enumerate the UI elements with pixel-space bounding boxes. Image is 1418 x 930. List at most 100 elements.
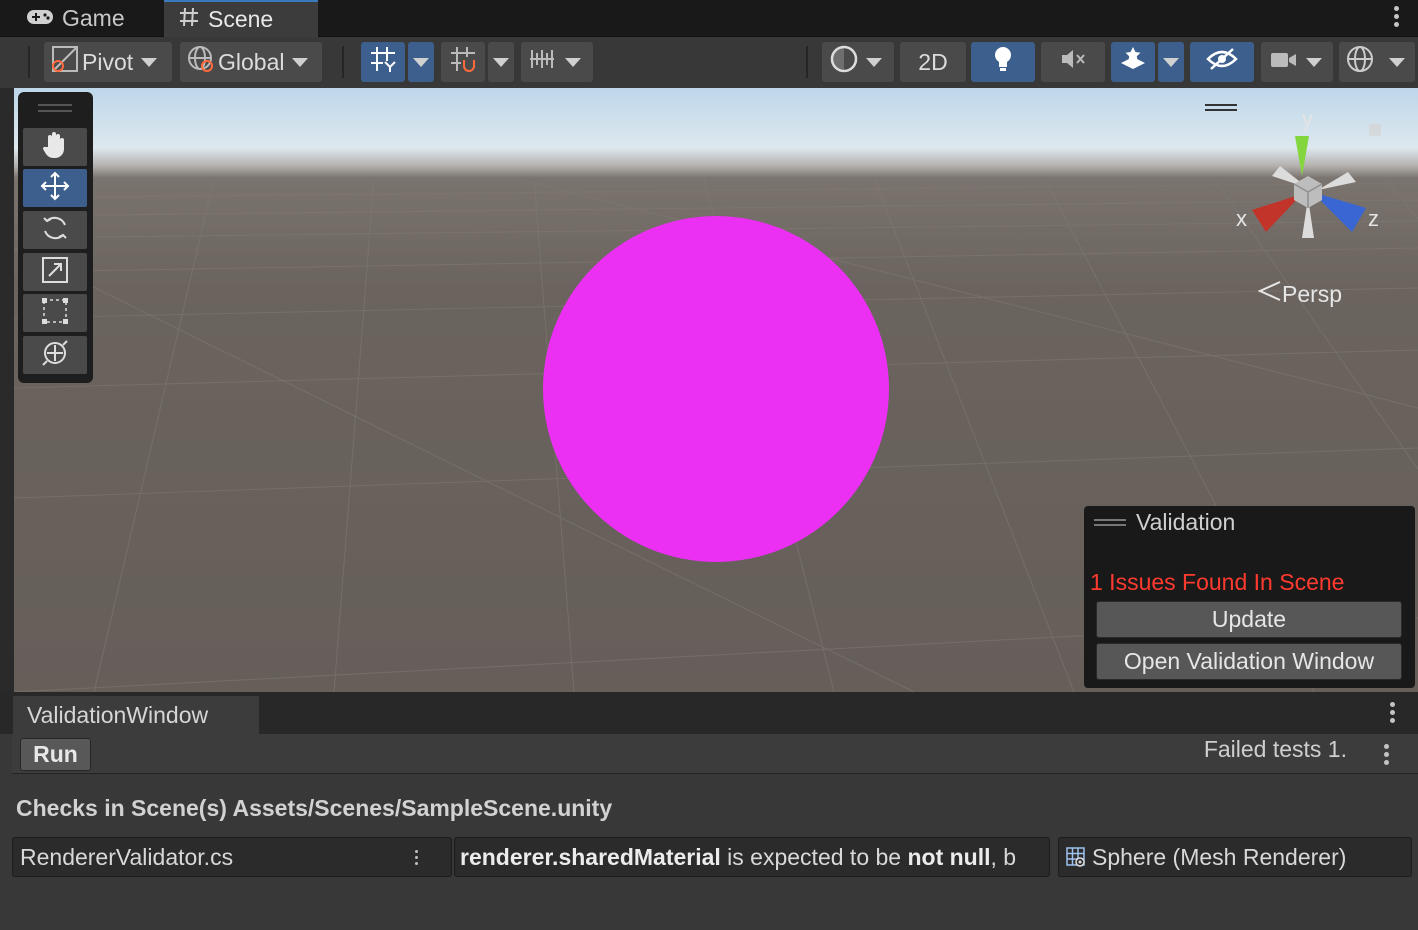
tab-game[interactable]: Game: [14, 0, 164, 37]
chevron-down-icon: [292, 57, 309, 67]
pivot-icon: [50, 44, 80, 80]
scale-icon: [40, 255, 70, 290]
hand-tool-button[interactable]: [23, 128, 87, 166]
chevron-down-icon: [1306, 57, 1322, 67]
persp-label: Persp: [1282, 280, 1343, 307]
scene-orientation-gizmo[interactable]: y x z: [1222, 98, 1412, 268]
result-message-tail: , b: [990, 843, 1017, 870]
snap-toggle-button[interactable]: [441, 42, 485, 82]
grid-visibility-dropdown[interactable]: [408, 42, 434, 82]
axis-y-label: y: [1302, 106, 1313, 131]
toolbar-separator: [342, 46, 344, 78]
grid-visibility-button[interactable]: [361, 42, 405, 82]
global-dropdown[interactable]: Global: [180, 42, 322, 82]
tab-scene[interactable]: Scene: [164, 0, 318, 37]
validation-window-tabbar: ValidationWindow: [0, 692, 1418, 734]
result-message-subject: renderer.sharedMaterial: [460, 843, 721, 870]
grid-magnet-icon: [448, 44, 478, 80]
grid-snap-icon: [368, 44, 398, 80]
speaker-muted-icon: [1059, 47, 1087, 77]
axis-x-label: x: [1236, 206, 1247, 231]
validation-overlay: Validation 1 Issues Found In Scene Updat…: [1084, 506, 1415, 688]
perspective-chevron-icon: [1257, 280, 1282, 308]
scene-visibility-toggle[interactable]: [1190, 42, 1254, 82]
validation-overlay-title: Validation: [1136, 509, 1236, 535]
tool-palette: [18, 92, 93, 383]
panel-gutter: [0, 88, 14, 692]
open-validation-window-button[interactable]: Open Validation Window: [1096, 643, 1402, 680]
result-message-cell[interactable]: renderer.sharedMaterial is expected to b…: [454, 837, 1050, 877]
lighting-toggle[interactable]: [971, 42, 1035, 82]
pivot-label: Pivot: [82, 48, 134, 75]
effects-toggle[interactable]: [1111, 42, 1155, 82]
mode-2d-label: 2D: [918, 48, 948, 75]
update-button[interactable]: Update: [1096, 601, 1402, 638]
rect-tool-button[interactable]: [23, 294, 87, 332]
window-options-menu-icon[interactable]: [1390, 702, 1396, 726]
tab-game-label: Game: [62, 5, 125, 31]
projection-toggle[interactable]: Persp: [1257, 280, 1343, 308]
axis-z-label: z: [1368, 206, 1379, 231]
tab-validation-window[interactable]: ValidationWindow: [13, 696, 259, 734]
chevron-down-icon: [141, 57, 158, 67]
snap-dropdown[interactable]: [488, 42, 514, 82]
global-label: Global: [218, 48, 285, 75]
sphere-object[interactable]: [543, 216, 889, 562]
chevron-down-icon: [1389, 57, 1405, 67]
validation-window-toolbar: Run Failed tests 1.: [12, 734, 1418, 774]
rotate-tool-button[interactable]: [23, 211, 87, 249]
result-object-name: Sphere (Mesh Renderer): [1092, 843, 1347, 870]
toolbar-separator: [28, 46, 30, 78]
shaded-sphere-icon: [830, 45, 858, 79]
pivot-dropdown[interactable]: Pivot: [44, 42, 172, 82]
issues-found-text: 1 Issues Found In Scene: [1090, 569, 1345, 595]
eye-hidden-icon: [1206, 47, 1238, 77]
light-bulb-icon: [991, 45, 1015, 79]
audio-toggle[interactable]: [1041, 42, 1105, 82]
chevron-down-icon: [493, 57, 509, 67]
chevron-down-icon: [565, 57, 581, 67]
draw-mode-dropdown[interactable]: [822, 42, 894, 82]
palette-grip-handle[interactable]: [38, 104, 72, 112]
overlay-grip-handle[interactable]: [1094, 519, 1126, 526]
move-arrows-icon: [39, 170, 71, 207]
rect-transform-icon: [40, 296, 70, 331]
result-file-name: RendererValidator.cs: [20, 843, 234, 870]
grid-hash-icon: [178, 6, 200, 34]
effects-dropdown[interactable]: [1158, 42, 1184, 82]
transform-tool-button[interactable]: [23, 336, 87, 374]
rotate-icon: [39, 212, 71, 249]
validation-window-panel: ValidationWindow Run Failed tests 1. Che…: [0, 692, 1418, 930]
increment-snap-dropdown[interactable]: [521, 42, 593, 82]
run-button[interactable]: Run: [20, 738, 91, 771]
chevron-down-icon: [866, 57, 882, 67]
scene-toolbar: Pivot Global 2D: [0, 37, 1418, 88]
toolbar-separator: [806, 46, 808, 78]
globe-icon: [186, 44, 216, 80]
mode-2d-toggle[interactable]: 2D: [900, 42, 966, 82]
camera-icon: [1270, 49, 1298, 76]
result-file-cell[interactable]: RendererValidator.cs: [12, 837, 452, 877]
chevron-down-icon: [413, 57, 429, 67]
mesh-renderer-icon: [1065, 846, 1087, 868]
failed-tests-text: Failed tests 1.: [1203, 736, 1347, 762]
result-message-text: is expected to be: [720, 843, 908, 870]
camera-settings-dropdown[interactable]: [1261, 42, 1333, 82]
hand-icon: [40, 130, 70, 165]
checks-scene-heading: Checks in Scene(s) Assets/Scenes/SampleS…: [16, 795, 613, 821]
tab-scene-label: Scene: [208, 6, 274, 32]
file-cell-menu-icon[interactable]: [415, 850, 419, 868]
result-message-expectation: not null: [907, 843, 991, 870]
move-tool-button[interactable]: [23, 169, 87, 207]
gamepad-icon: [26, 5, 54, 32]
scale-tool-button[interactable]: [23, 253, 87, 291]
toolbar-options-menu-icon[interactable]: [1384, 744, 1390, 768]
ruler-icon: [527, 44, 557, 80]
editor-tab-strip: Game Scene: [0, 0, 1418, 37]
result-object-cell[interactable]: Sphere (Mesh Renderer): [1058, 837, 1412, 877]
gizmos-dropdown[interactable]: [1339, 42, 1415, 82]
tab-options-menu-icon[interactable]: [1394, 6, 1400, 30]
gizmo-globe-icon: [1345, 44, 1375, 80]
transform-all-icon: [39, 337, 71, 374]
layers-star-icon: [1118, 45, 1148, 79]
